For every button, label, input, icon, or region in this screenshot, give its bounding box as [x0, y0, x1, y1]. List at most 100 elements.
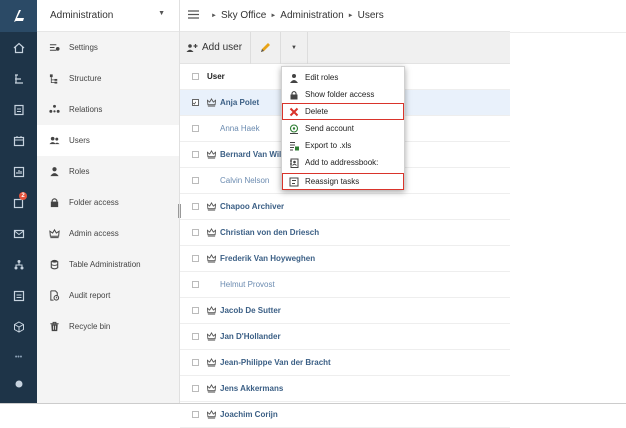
crown-icon	[207, 98, 220, 107]
row-checkbox[interactable]	[192, 385, 199, 392]
crown-icon	[207, 228, 220, 237]
table-row[interactable]: Jean-Philippe Van der Bracht	[180, 350, 510, 376]
add-user-button[interactable]: Add user	[180, 32, 250, 64]
rail-list-icon[interactable]	[0, 280, 37, 311]
table-row[interactable]: Joachim Corijn	[180, 402, 510, 428]
rail-tasks-icon[interactable]: 2	[0, 187, 37, 218]
menu-item-label: Edit roles	[305, 73, 339, 82]
user-name[interactable]: Christian von den Driesch	[220, 228, 319, 237]
menu-item-edit-roles[interactable]: Edit roles	[282, 69, 404, 86]
row-checkbox[interactable]	[192, 359, 199, 366]
toolbar: Add user ▼	[180, 31, 510, 64]
menu-item-reassign-tasks[interactable]: Reassign tasks	[282, 173, 404, 190]
rail-tree-icon[interactable]	[0, 63, 37, 94]
column-header-user[interactable]: User	[207, 72, 225, 81]
breadcrumb-item[interactable]: Administration	[280, 10, 343, 21]
roles-icon	[47, 166, 61, 178]
breadcrumb-bar: ► Sky Office ► Administration ► Users	[180, 0, 510, 32]
structure-icon	[47, 73, 61, 85]
row-checkbox[interactable]	[192, 99, 199, 106]
rail-org-icon[interactable]	[0, 249, 37, 280]
folder-lock-icon	[47, 197, 61, 209]
crown-icon	[47, 228, 61, 240]
menu-item-delete[interactable]: Delete	[282, 103, 404, 120]
user-name[interactable]: Calvin Nelson	[220, 176, 269, 185]
sidebar-item-label: Audit report	[69, 291, 111, 300]
sidebar-item-users[interactable]: Users	[37, 125, 179, 156]
sidebar-item-recycle-bin[interactable]: Recycle bin	[37, 311, 179, 342]
menu-item-send-account[interactable]: Send account	[282, 120, 404, 137]
app-window: 2 ••• Administration ▼ Settings Structur…	[0, 0, 626, 428]
user-name[interactable]: Bernard Van Wild	[220, 150, 286, 159]
table-row[interactable]: Chapoo Archiver	[180, 194, 510, 220]
actions-menu: Edit roles Show folder access Delete Sen…	[281, 66, 405, 190]
sidebar-item-table-administration[interactable]: Table Administration	[37, 249, 179, 280]
table-row[interactable]: Jacob De Sutter	[180, 298, 510, 324]
sidebar-header[interactable]: Administration ▼	[37, 0, 179, 32]
user-name[interactable]: Jean-Philippe Van der Bracht	[220, 358, 331, 367]
sidebar-item-roles[interactable]: Roles	[37, 156, 179, 187]
rail-mail-icon[interactable]	[0, 218, 37, 249]
app-logo[interactable]	[0, 0, 37, 32]
user-name[interactable]: Jan D'Hollander	[220, 332, 281, 341]
menu-item-export-xls[interactable]: Export to .xls	[282, 137, 404, 154]
table-row[interactable]: Jens Akkermans	[180, 376, 510, 402]
menu-item-add-to-addressbook[interactable]: Add to addressbook:	[282, 154, 404, 171]
sidebar-item-structure[interactable]: Structure	[37, 63, 179, 94]
user-name[interactable]: Anna Haek	[220, 124, 260, 133]
row-checkbox[interactable]	[192, 333, 199, 340]
select-all-checkbox[interactable]	[192, 73, 199, 80]
table-row[interactable]: Jan D'Hollander	[180, 324, 510, 350]
rail-more-icon[interactable]: •••	[0, 342, 37, 373]
table-row[interactable]: Christian von den Driesch	[180, 220, 510, 246]
rail-cube-icon[interactable]	[0, 311, 37, 342]
sidebar-item-admin-access[interactable]: Admin access	[37, 218, 179, 249]
user-name[interactable]: Jacob De Sutter	[220, 306, 281, 315]
user-name[interactable]: Helmut Provost	[220, 280, 275, 289]
menu-item-show-folder-access[interactable]: Show folder access	[282, 86, 404, 103]
crown-icon	[207, 332, 220, 341]
menu-icon[interactable]	[188, 10, 201, 21]
user-name[interactable]: Chapoo Archiver	[220, 202, 284, 211]
row-checkbox[interactable]	[192, 151, 199, 158]
row-checkbox[interactable]	[192, 307, 199, 314]
user-name[interactable]: Anja Polet	[220, 98, 259, 107]
user-name[interactable]: Jens Akkermans	[220, 384, 283, 393]
table-row[interactable]: Frederik Van Hoyweghen	[180, 246, 510, 272]
user-name[interactable]: Joachim Corijn	[220, 410, 278, 419]
rail-settings-icon[interactable]	[0, 373, 37, 391]
breadcrumb-item[interactable]: Sky Office	[221, 10, 266, 21]
sidebar-title: Administration	[50, 10, 114, 21]
breadcrumb-arrow-icon: ►	[211, 12, 217, 19]
sidebar-item-label: Settings	[69, 43, 98, 52]
breadcrumb: ► Sky Office ► Administration ► Users	[207, 10, 384, 21]
addressbook-icon	[288, 157, 300, 169]
export-icon	[288, 140, 300, 152]
user-name[interactable]: Frederik Van Hoyweghen	[220, 254, 315, 263]
sidebar-item-folder-access[interactable]: Folder access	[37, 187, 179, 218]
database-icon	[47, 259, 61, 271]
more-actions-dropdown-button[interactable]: ▼	[281, 32, 307, 64]
rail-document-icon[interactable]	[0, 94, 37, 125]
row-checkbox[interactable]	[192, 177, 199, 184]
audit-icon	[47, 290, 61, 302]
row-checkbox[interactable]	[192, 281, 199, 288]
edit-button[interactable]	[251, 32, 280, 64]
row-checkbox[interactable]	[192, 229, 199, 236]
table-row[interactable]: Helmut Provost	[180, 272, 510, 298]
sidebar-item-label: Roles	[69, 167, 90, 176]
recycle-bin-icon	[47, 321, 61, 333]
rail-home-icon[interactable]	[0, 32, 37, 63]
sidebar-item-relations[interactable]: Relations	[37, 94, 179, 125]
row-checkbox[interactable]	[192, 255, 199, 262]
breadcrumb-item[interactable]: Users	[358, 10, 384, 21]
rail-calendar-icon[interactable]	[0, 125, 37, 156]
row-checkbox[interactable]	[192, 125, 199, 132]
row-checkbox[interactable]	[192, 203, 199, 210]
sidebar-item-label: Table Administration	[69, 260, 141, 269]
sidebar-item-audit-report[interactable]: Audit report	[37, 280, 179, 311]
logo-icon	[13, 10, 24, 22]
row-checkbox[interactable]	[192, 411, 199, 418]
sidebar-item-settings[interactable]: Settings	[37, 32, 179, 63]
rail-chart-icon[interactable]	[0, 156, 37, 187]
